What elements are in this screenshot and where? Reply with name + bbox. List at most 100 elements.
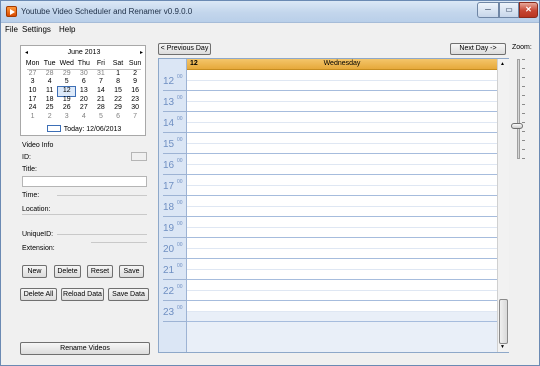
save-button[interactable]: Save bbox=[119, 265, 144, 278]
calendar-weekday: Wed bbox=[59, 60, 74, 67]
hour-slot[interactable] bbox=[187, 196, 497, 217]
calendar-day[interactable]: 14 bbox=[92, 87, 109, 96]
calendar-day[interactable]: 5 bbox=[92, 113, 109, 122]
calendar-day[interactable]: 10 bbox=[24, 87, 41, 96]
title-bar: Youtube Video Scheduler and Renamer v0.9… bbox=[1, 1, 539, 23]
calendar-day[interactable]: 13 bbox=[75, 87, 92, 96]
scrollbar-thumb[interactable] bbox=[499, 299, 508, 344]
day-view-scrollbar[interactable]: ▲ ▼ bbox=[497, 59, 509, 352]
next-month-arrow-icon[interactable]: ▸ bbox=[140, 49, 143, 56]
minimize-button[interactable]: ─ bbox=[477, 2, 499, 18]
scroll-down-arrow-icon[interactable]: ▼ bbox=[500, 344, 505, 350]
calendar-day[interactable]: 29 bbox=[109, 104, 126, 113]
calendar-today[interactable]: Today: 12/06/2013 bbox=[21, 125, 147, 133]
calendar-day[interactable]: 1 bbox=[109, 70, 126, 79]
calendar-day[interactable]: 2 bbox=[41, 113, 58, 122]
zoom-slider-track[interactable] bbox=[517, 59, 520, 159]
reset-button[interactable]: Reset bbox=[87, 265, 113, 278]
calendar-weekday: Mon bbox=[25, 60, 40, 67]
day-header: 12 Wednesday bbox=[187, 59, 497, 70]
hour-value: 23 bbox=[163, 307, 175, 318]
scroll-up-arrow-icon[interactable]: ▲ bbox=[500, 61, 505, 67]
calendar-day[interactable]: 20 bbox=[75, 96, 92, 105]
calendar-day[interactable]: 30 bbox=[127, 104, 144, 113]
calendar-day[interactable]: 2 bbox=[127, 70, 144, 79]
calendar-day[interactable]: 8 bbox=[109, 78, 126, 87]
calendar-day[interactable]: 6 bbox=[109, 113, 126, 122]
calendar-day[interactable]: 7 bbox=[127, 113, 144, 122]
calendar-day[interactable]: 6 bbox=[75, 78, 92, 87]
hour-slot[interactable] bbox=[187, 154, 497, 175]
calendar-day[interactable]: 17 bbox=[24, 96, 41, 105]
calendar-day[interactable]: 4 bbox=[41, 78, 58, 87]
title-input[interactable] bbox=[22, 176, 147, 187]
day-slots[interactable] bbox=[187, 70, 497, 352]
hour-slot[interactable] bbox=[187, 259, 497, 280]
next-day-button[interactable]: Next Day -> bbox=[450, 43, 506, 55]
hour-slot[interactable] bbox=[187, 91, 497, 112]
calendar-day[interactable]: 28 bbox=[41, 70, 58, 79]
calendar-day[interactable]: 26 bbox=[58, 104, 75, 113]
hour-value: 14 bbox=[163, 118, 175, 129]
calendar-week-row: 1234567 bbox=[24, 113, 144, 122]
calendar-day[interactable]: 29 bbox=[58, 70, 75, 79]
hour-slot[interactable] bbox=[187, 280, 497, 301]
rename-videos-button[interactable]: Rename Videos bbox=[20, 342, 150, 355]
hour-value: 18 bbox=[163, 202, 175, 213]
calendar-day[interactable]: 16 bbox=[127, 87, 144, 96]
calendar-day[interactable]: 27 bbox=[75, 104, 92, 113]
reload-data-button[interactable]: Reload Data bbox=[61, 288, 104, 301]
calendar-day[interactable]: 4 bbox=[75, 113, 92, 122]
save-data-button[interactable]: Save Data bbox=[108, 288, 149, 301]
menu-settings[interactable]: Settings bbox=[22, 25, 51, 34]
previous-day-button[interactable]: < Previous Day bbox=[158, 43, 211, 55]
calendar-weekday: Sat bbox=[112, 60, 124, 67]
calendar-day[interactable]: 12 bbox=[57, 86, 77, 97]
delete-button[interactable]: Delete bbox=[54, 265, 81, 278]
calendar-day[interactable]: 21 bbox=[92, 96, 109, 105]
calendar-header: ◂ June 2013 ▸ bbox=[21, 48, 147, 59]
minutes-value: 00 bbox=[177, 137, 183, 143]
calendar-day[interactable]: 23 bbox=[127, 96, 144, 105]
hour-slot[interactable] bbox=[187, 217, 497, 238]
hour-slot[interactable] bbox=[187, 112, 497, 133]
hour-slot[interactable] bbox=[187, 70, 497, 91]
hour-value: 22 bbox=[163, 286, 175, 297]
app-icon bbox=[6, 6, 17, 17]
menu-file[interactable]: File bbox=[5, 25, 18, 34]
hour-slot[interactable] bbox=[187, 301, 497, 322]
calendar-day[interactable]: 3 bbox=[58, 113, 75, 122]
menu-help[interactable]: Help bbox=[59, 25, 75, 34]
minutes-value: 00 bbox=[177, 284, 183, 290]
month-calendar[interactable]: ◂ June 2013 ▸ Mon Tue Wed Thu Fri Sat Sun 27 28 2… bbox=[20, 45, 146, 136]
calendar-day[interactable]: 7 bbox=[92, 78, 109, 87]
calendar-day[interactable]: 22 bbox=[109, 96, 126, 105]
calendar-day[interactable]: 9 bbox=[127, 78, 144, 87]
zoom-slider-thumb[interactable] bbox=[511, 123, 523, 129]
title-label: Title: bbox=[22, 166, 37, 173]
delete-all-button[interactable]: Delete All bbox=[20, 288, 57, 301]
hour-slot[interactable] bbox=[187, 175, 497, 196]
hour-slot[interactable] bbox=[187, 238, 497, 259]
window-title: Youtube Video Scheduler and Renamer v0.9… bbox=[21, 7, 193, 16]
hour-slot[interactable] bbox=[187, 133, 497, 154]
calendar-day[interactable]: 31 bbox=[92, 70, 109, 79]
close-button[interactable]: ✕ bbox=[519, 2, 538, 18]
half-hour-line bbox=[187, 227, 497, 228]
day-view-calendar[interactable]: 12 00 13 00 14 00 15 00 16 00 17 00 18 00 19 00 20 00 21 00… bbox=[158, 58, 509, 353]
calendar-day[interactable]: 18 bbox=[41, 96, 58, 105]
new-button[interactable]: New bbox=[22, 265, 47, 278]
calendar-day[interactable]: 5 bbox=[58, 78, 75, 87]
calendar-day[interactable]: 11 bbox=[41, 87, 58, 96]
calendar-day[interactable]: 27 bbox=[24, 70, 41, 79]
calendar-day[interactable]: 30 bbox=[75, 70, 92, 79]
maximize-button[interactable]: ▭ bbox=[499, 2, 519, 18]
calendar-day[interactable]: 3 bbox=[24, 78, 41, 87]
calendar-day[interactable]: 1 bbox=[24, 113, 41, 122]
hour-label: 21 00 bbox=[161, 259, 187, 280]
calendar-day[interactable]: 28 bbox=[92, 104, 109, 113]
calendar-day[interactable]: 25 bbox=[41, 104, 58, 113]
calendar-day[interactable]: 15 bbox=[109, 87, 126, 96]
calendar-day[interactable]: 24 bbox=[24, 104, 41, 113]
calendar-day[interactable]: 19 bbox=[58, 96, 75, 105]
